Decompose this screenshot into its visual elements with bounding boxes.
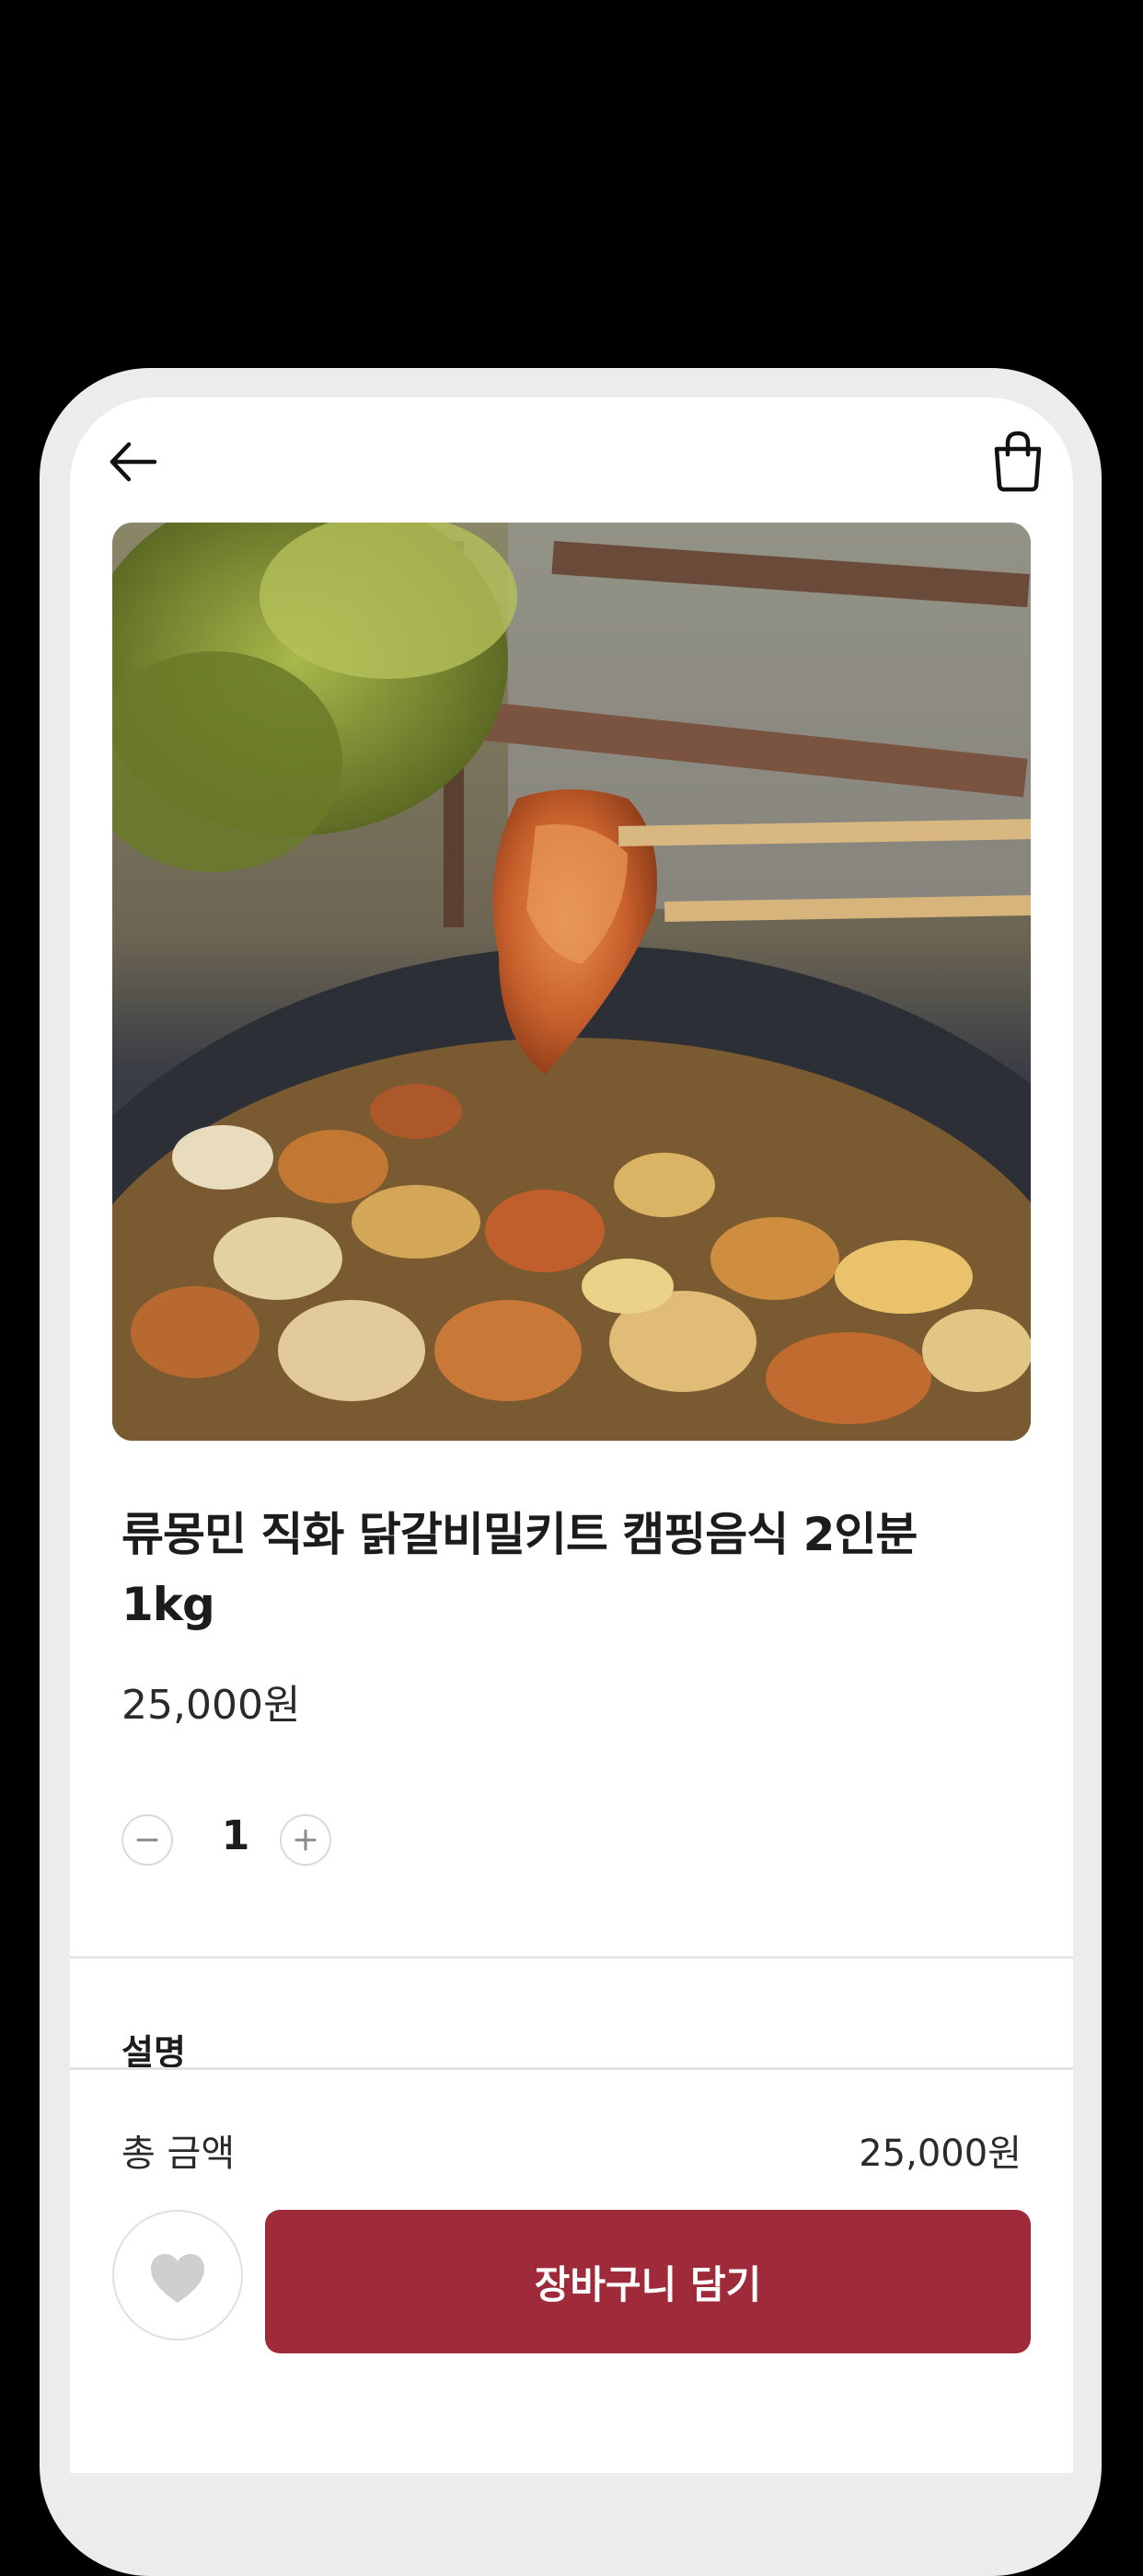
heart-icon — [151, 2254, 204, 2303]
grilled-chicken-photo-icon — [112, 523, 1031, 1441]
decrease-quantity-button[interactable] — [121, 1814, 173, 1866]
total-amount-value: 25,000원 — [859, 2133, 1022, 2175]
total-amount-label: 총 금액 — [121, 2133, 236, 2175]
product-price: 25,000원 — [121, 1682, 301, 1729]
back-arrow-icon — [110, 442, 157, 482]
section-divider — [70, 1956, 1073, 1959]
minus-icon — [136, 1838, 158, 1842]
plus-icon — [294, 1829, 317, 1851]
back-button[interactable] — [98, 425, 171, 499]
top-bar — [70, 397, 1073, 523]
add-to-cart-button[interactable]: 장바구니 담기 — [265, 2210, 1031, 2353]
shopping-bag-icon — [994, 431, 1042, 492]
purchase-bar: 총 금액 25,000원 장바구니 담기 — [70, 2067, 1073, 2473]
shopping-bag-button[interactable] — [981, 423, 1055, 497]
quantity-stepper: 1 — [121, 1812, 398, 1873]
product-title: 류몽민 직화 닭갈비밀키트 캠핑음식 2인분 1kg — [121, 1508, 918, 1631]
quantity-value: 1 — [221, 1812, 250, 1859]
increase-quantity-button[interactable] — [280, 1814, 331, 1866]
product-image — [112, 523, 1031, 1441]
like-button[interactable] — [112, 2210, 243, 2340]
product-detail-screen: 류몽민 직화 닭갈비밀키트 캠핑음식 2인분 1kg 25,000원 1 설명 … — [70, 397, 1073, 2473]
